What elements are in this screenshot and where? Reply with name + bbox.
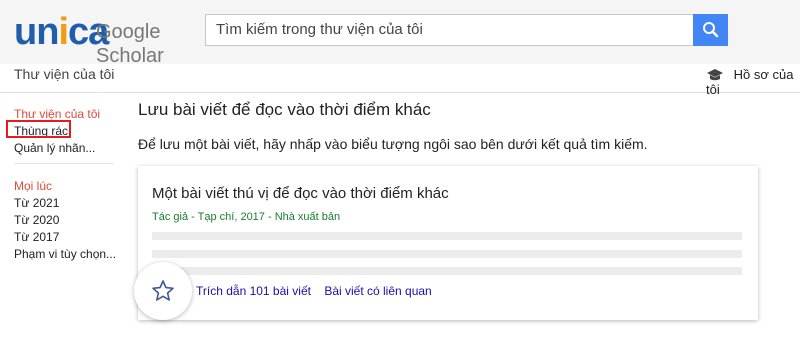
placeholder-line: [152, 267, 742, 275]
graduation-cap-icon: [707, 69, 723, 81]
brand-logo[interactable]: unica Google Scholar: [14, 11, 184, 67]
unica-watermark: unica: [14, 11, 109, 53]
example-article-meta: Tác giả - Tạp chí, 2017 - Nhà xuất bản: [152, 211, 341, 223]
time-filter-nav: Mọi lúc Từ 2021 Từ 2020 Từ 2017 Phạm vi …: [14, 178, 124, 263]
placeholder-line: [152, 232, 742, 240]
search-input[interactable]: Tìm kiếm trong thư viện của tôi: [205, 14, 693, 46]
trash-highlight-annotation: [6, 120, 71, 138]
my-profile-link[interactable]: Hồ sơ của tôi: [706, 67, 800, 97]
star-button[interactable]: [134, 262, 192, 320]
placeholder-line: [152, 250, 742, 258]
sidebar-item-manage-labels[interactable]: Quản lý nhãn...: [14, 140, 124, 157]
sidebar-divider: [14, 163, 114, 164]
library-subheader: Thư viện của tôi Hồ sơ của tôi: [0, 64, 800, 97]
related-articles-link[interactable]: Bài viết có liên quan: [324, 284, 431, 298]
time-filter-any-time[interactable]: Mọi lúc: [14, 178, 124, 195]
top-bar: unica Google Scholar Tìm kiếm trong thư …: [0, 0, 800, 67]
main-heading: Lưu bài viết để đọc vào thời điểm khác: [138, 100, 431, 119]
example-article-card: Một bài viết thú vị để đọc vào thời điểm…: [138, 166, 758, 320]
star-icon: [152, 280, 174, 301]
time-filter-since-2021[interactable]: Từ 2021: [14, 195, 124, 212]
google-scholar-logo-text: Google Scholar: [96, 21, 164, 67]
page-title: Thư viện của tôi: [14, 66, 115, 82]
time-filter-custom-range[interactable]: Phạm vi tùy chọn...: [14, 246, 124, 263]
time-filter-since-2020[interactable]: Từ 2020: [14, 212, 124, 229]
search-icon: [703, 22, 719, 38]
cited-by-link[interactable]: Trích dẫn 101 bài viết: [196, 284, 311, 298]
main-description: Để lưu một bài viết, hãy nhấp vào biểu t…: [138, 136, 648, 152]
search-button[interactable]: [693, 14, 728, 46]
example-article-links: Trích dẫn 101 bài viết Bài viết có liên …: [196, 284, 442, 298]
example-article-title: Một bài viết thú vị để đọc vào thời điểm…: [152, 185, 449, 202]
time-filter-since-2017[interactable]: Từ 2017: [14, 229, 124, 246]
